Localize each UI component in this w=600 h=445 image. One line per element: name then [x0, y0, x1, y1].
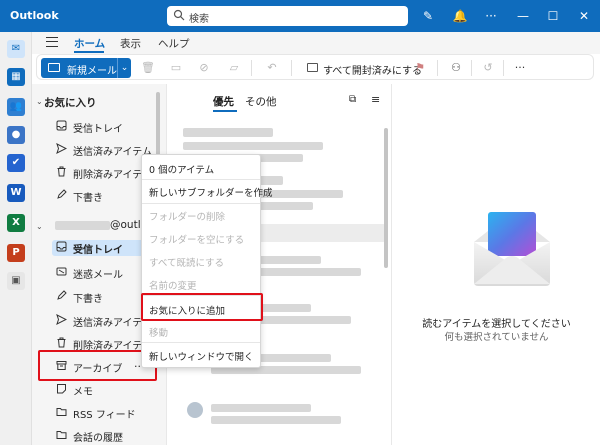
word-app-icon[interactable]: W — [7, 184, 25, 202]
inbox-icon — [56, 241, 67, 252]
more-icon[interactable]: ··· — [483, 8, 499, 24]
trash-icon — [57, 166, 66, 177]
delete-icon[interactable]: 🗑 — [141, 61, 155, 75]
tab-home[interactable]: ホーム — [74, 36, 105, 51]
folder-context-menu: 0 個のアイテム 新しいサブフォルダーを作成 フォルダーの削除 フォルダーを空に… — [141, 154, 273, 368]
tab-other[interactable]: その他 — [245, 94, 277, 109]
divider — [471, 60, 472, 76]
active-tab-indicator — [74, 51, 104, 53]
move-icon[interactable]: ▱ — [227, 61, 241, 75]
app-title: Outlook — [10, 9, 59, 22]
excel-app-icon[interactable]: X — [7, 214, 25, 232]
menu-item-rename[interactable]: 名前の変更 — [149, 278, 197, 292]
people-app-icon[interactable]: 👥 — [7, 98, 25, 116]
menu-item-new-subfolder[interactable]: 新しいサブフォルダーを作成 — [149, 185, 273, 199]
archive-highlight — [38, 350, 157, 381]
group-icon[interactable]: ⚇ — [449, 61, 463, 75]
blurred-sender — [183, 128, 273, 137]
ribbon-tabs: ホーム 表示 ヘルプ — [32, 32, 600, 54]
menu-item-move[interactable]: 移動 — [149, 325, 168, 339]
menu-item-mark-all-read[interactable]: すべて既読にする — [149, 255, 224, 269]
menu-divider — [142, 203, 260, 204]
message-list-scrollbar[interactable] — [384, 128, 388, 268]
minimize-icon[interactable]: — — [515, 8, 531, 24]
more-options-icon[interactable]: ··· — [513, 61, 527, 75]
blurred-sender — [211, 404, 311, 412]
folder-icon — [56, 408, 67, 416]
search-icon — [173, 9, 185, 21]
inbox-icon — [56, 120, 67, 131]
divider — [503, 60, 504, 76]
divider — [291, 60, 292, 76]
mail-app-icon[interactable]: ✉ — [7, 40, 25, 58]
calendar-app-icon[interactable]: ▦ — [7, 68, 25, 86]
ribbon-toolbar: 新規メール ⌄ 🗑 ▭ ⊘ ▱ ↶ すべて開封済みにする ⚑ ⚇ ↺ ··· — [36, 54, 594, 80]
hamburger-icon[interactable] — [46, 37, 58, 47]
junk-icon — [56, 267, 67, 276]
tab-focused[interactable]: 優先 — [213, 94, 234, 109]
groups-app-icon[interactable]: ● — [7, 126, 25, 144]
tab-help[interactable]: ヘルプ — [158, 36, 190, 51]
search-box[interactable]: 検索 — [167, 6, 408, 26]
active-list-tab-indicator — [213, 110, 237, 112]
menu-divider — [142, 179, 260, 180]
chevron-down-icon[interactable]: ⌄ — [36, 222, 43, 231]
new-mail-label: 新規メール — [67, 66, 117, 77]
maximize-icon[interactable]: ☐ — [545, 8, 561, 24]
envelope-open-icon — [307, 63, 318, 72]
blurred-subject — [183, 142, 323, 150]
empty-envelope-illustration — [474, 212, 550, 286]
compose-note-icon[interactable]: ✎ — [420, 8, 436, 24]
mail-icon — [48, 63, 60, 72]
account-name-blurred — [55, 221, 110, 230]
filter-icon[interactable]: ≡ — [371, 93, 380, 106]
todo-app-icon[interactable]: ✔ — [7, 154, 25, 172]
reply-icon[interactable]: ↶ — [265, 61, 279, 75]
menu-item-count: 0 個のアイテム — [149, 165, 215, 176]
favorites-header[interactable]: お気に入り — [44, 95, 97, 110]
powerpoint-app-icon[interactable]: P — [7, 244, 25, 262]
flag-icon[interactable]: ⚑ — [413, 61, 427, 75]
close-icon[interactable]: ✕ — [576, 8, 592, 24]
more-apps-icon[interactable]: ▣ — [7, 272, 25, 290]
bell-icon[interactable]: 🔔 — [452, 8, 468, 24]
title-bar: Outlook 検索 ✎ 🔔 ··· — ☐ ✕ — [0, 0, 600, 32]
divider — [437, 60, 438, 76]
trash-icon — [57, 337, 66, 348]
menu-item-empty-folder[interactable]: フォルダーを空にする — [149, 232, 244, 246]
chevron-down-icon[interactable]: ⌄ — [117, 58, 131, 78]
select-icon[interactable]: ⧉ — [349, 94, 356, 105]
report-icon[interactable]: ⊘ — [197, 61, 211, 75]
blurred-subject — [211, 416, 341, 424]
app-rail: ✉ ▦ 👥 ● ✔ W X P ▣ — [0, 32, 32, 445]
menu-item-delete-folder[interactable]: フォルダーの削除 — [149, 209, 225, 223]
note-icon — [57, 384, 66, 394]
mark-all-read-label: すべて開封済みにする — [323, 66, 422, 77]
draft-icon — [57, 189, 67, 199]
search-input[interactable]: 検索 — [189, 10, 209, 25]
menu-item-open-new-window[interactable]: 新しいウィンドウで開く — [149, 349, 254, 363]
archive-icon[interactable]: ▭ — [169, 61, 183, 75]
tab-view[interactable]: 表示 — [120, 36, 141, 51]
folder-icon — [56, 431, 67, 439]
send-icon — [56, 143, 67, 154]
new-mail-button[interactable]: 新規メール ⌄ — [41, 58, 131, 78]
reading-pane: 読むアイテムを選択してください 何も選択されていません — [393, 84, 600, 445]
divider — [251, 60, 252, 76]
empty-state-title: 読むアイテムを選択してください — [422, 319, 571, 330]
draft-icon — [57, 290, 67, 300]
empty-state-subtitle: 何も選択されていません — [444, 332, 549, 343]
menu-divider — [142, 342, 260, 343]
blurred-avatar — [187, 402, 203, 418]
chevron-down-icon[interactable]: ⌄ — [36, 97, 43, 106]
undo-icon[interactable]: ↺ — [481, 61, 495, 75]
add-to-favorites-highlight — [141, 293, 263, 321]
send-icon — [56, 314, 67, 325]
